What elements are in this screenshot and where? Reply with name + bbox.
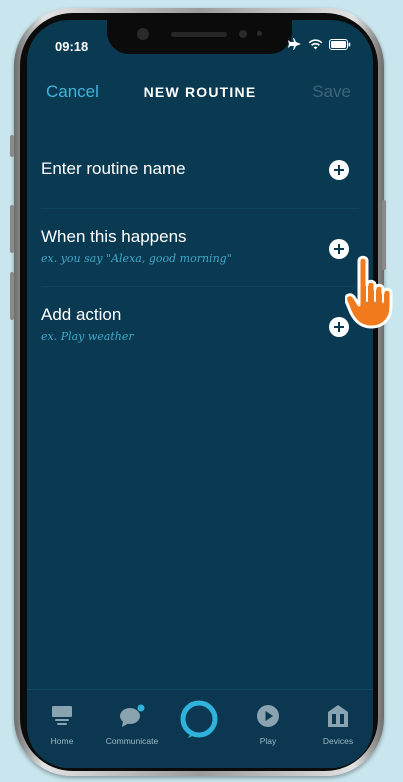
notch — [107, 20, 292, 54]
home-icon — [52, 706, 72, 725]
phone-side-button-volume-down — [10, 272, 14, 320]
pointer-hand-icon — [345, 255, 393, 329]
alexa-button[interactable] — [179, 699, 219, 739]
play-icon — [257, 705, 279, 727]
tab-label-communicate: Communicate — [105, 736, 159, 746]
tab-devices[interactable]: Devices — [303, 690, 373, 768]
tab-play[interactable]: Play — [233, 690, 303, 768]
header: Cancel NEW ROUTINE Save — [27, 80, 373, 106]
add-action-hint: ex. Play weather — [41, 330, 134, 343]
save-button[interactable]: Save — [312, 82, 351, 102]
battery-icon — [329, 38, 351, 50]
divider — [41, 286, 359, 287]
add-action-label: Add action — [41, 305, 122, 324]
earpiece-speaker — [171, 32, 227, 37]
airplane-icon — [288, 38, 301, 50]
routine-name-row[interactable]: Enter routine name — [41, 159, 359, 189]
wifi-icon — [308, 38, 323, 49]
tab-label-home: Home — [50, 736, 74, 746]
plus-circle-icon[interactable] — [329, 160, 349, 180]
trigger-row[interactable]: When this happens ex. you say "Alexa, go… — [41, 227, 359, 271]
phone-side-button-silent — [10, 135, 14, 157]
trigger-hint: ex. you say "Alexa, good morning" — [41, 252, 232, 265]
phone-screen: 09:18 Cancel NEW ROUTINE Save Enter rout… — [27, 20, 373, 768]
devices-house-icon — [328, 705, 348, 727]
tab-label-devices: Devices — [322, 736, 354, 746]
front-camera-icon — [137, 28, 149, 40]
alexa-ring-icon — [180, 700, 218, 738]
tab-label-play: Play — [259, 736, 277, 746]
tab-home[interactable]: Home — [27, 690, 97, 768]
sensor-icon — [239, 30, 247, 38]
add-action-row[interactable]: Add action ex. Play weather — [41, 305, 359, 349]
divider — [41, 208, 359, 209]
phone-side-button-volume-up — [10, 205, 14, 253]
status-icons — [288, 38, 351, 50]
chat-bubble-icon — [120, 704, 145, 727]
tab-communicate[interactable]: Communicate — [97, 690, 167, 768]
status-time: 09:18 — [55, 39, 89, 54]
bottom-tab-bar: Home Communicate Play Devices — [27, 689, 373, 768]
sensor-icon — [257, 31, 262, 36]
routine-name-label: Enter routine name — [41, 159, 186, 178]
trigger-label: When this happens — [41, 227, 187, 246]
